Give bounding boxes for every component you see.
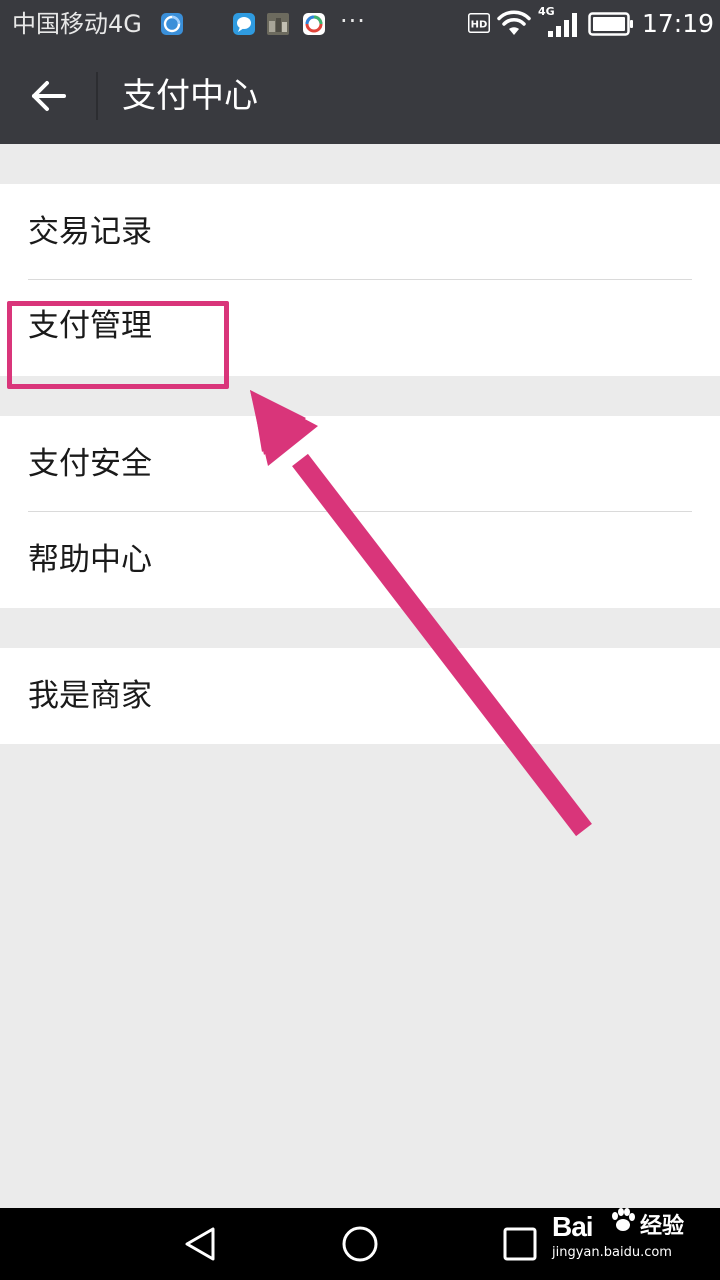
menu-item-label: 我是商家: [28, 678, 152, 714]
signal-icon: [548, 13, 577, 37]
page-title: 支付中心: [122, 76, 258, 116]
watermark-url: jingyan.baidu.com: [552, 1245, 672, 1260]
menu-group-merchant: 我是商家: [0, 648, 720, 744]
hd-icon: HD: [468, 13, 490, 33]
menu-item-label: 支付安全: [28, 446, 152, 482]
highlight-box: [7, 301, 229, 389]
watermark-suffix: 经验: [640, 1214, 685, 1239]
status-bar: 中国移动4G ··· HD 4G 17:19: [0, 0, 720, 48]
home-circle-icon[interactable]: [340, 1224, 380, 1264]
menu-item-label: 交易记录: [28, 214, 152, 250]
battery-icon: [588, 12, 633, 36]
menu-item-help-center[interactable]: 帮助中心: [0, 512, 720, 608]
photo-thumbnail-icon: [267, 13, 289, 35]
wifi-icon: [497, 10, 531, 35]
recents-square-icon[interactable]: [500, 1224, 540, 1264]
chat-app-icon: [233, 13, 255, 35]
menu-item-i-am-merchant[interactable]: 我是商家: [0, 648, 720, 744]
camera-app-icon: [303, 13, 325, 35]
title-divider: [96, 72, 98, 120]
status-time: 17:19: [642, 9, 715, 38]
browser-icon: [161, 13, 183, 35]
carrier-name: 中国移动4G: [12, 10, 142, 38]
title-bar: 支付中心: [0, 48, 720, 144]
menu-item-payment-security[interactable]: 支付安全: [0, 416, 720, 512]
back-button[interactable]: [22, 72, 74, 120]
more-notifications-icon: ···: [340, 7, 366, 35]
svg-text:HD: HD: [471, 20, 488, 31]
watermark-brand: Bai: [552, 1211, 594, 1242]
back-triangle-icon[interactable]: [180, 1224, 220, 1264]
arrow-left-icon: [32, 81, 66, 111]
menu-item-transaction-records[interactable]: 交易记录: [0, 184, 720, 280]
menu-item-label: 帮助中心: [28, 542, 152, 578]
baidu-jingyan-watermark: Bai 经验 jingyan.baidu.com: [552, 1205, 712, 1267]
menu-group-security: 支付安全 帮助中心: [0, 416, 720, 608]
paw-icon: [612, 1208, 635, 1231]
